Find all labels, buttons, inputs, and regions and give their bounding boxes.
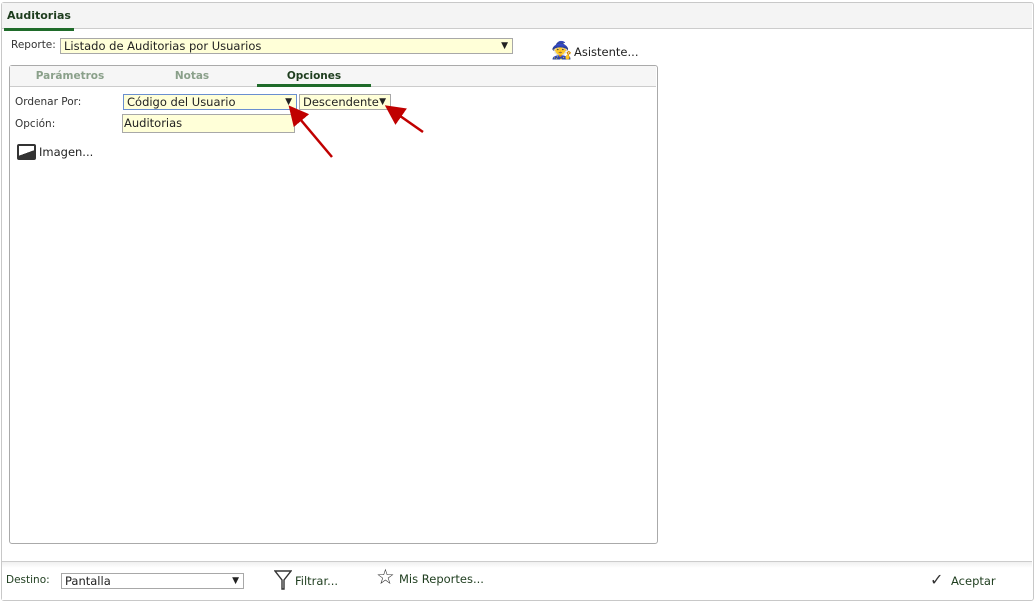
- my-reports-label: Mis Reportes...: [399, 572, 484, 586]
- order-by-select[interactable]: Código del Usuario ▼: [123, 94, 297, 110]
- report-value: Listado de Auditorias por Usuarios: [64, 39, 262, 53]
- option-label: Opción:: [15, 118, 56, 130]
- tab-notas[interactable]: Notas: [142, 70, 242, 82]
- star-icon: ☆: [376, 565, 395, 589]
- arrow-direction: [384, 105, 424, 134]
- destination-select[interactable]: Pantalla ▼: [61, 573, 244, 589]
- arrow-order: [288, 105, 333, 158]
- filter-label: Filtrar...: [295, 574, 339, 588]
- tab-bar: [2, 3, 1032, 29]
- chevron-down-icon: ▼: [501, 41, 508, 51]
- wizard-label: Asistente...: [574, 45, 639, 59]
- image-icon: [17, 144, 36, 160]
- report-label: Reporte:: [11, 39, 56, 51]
- tab-parametros[interactable]: Parámetros: [20, 70, 120, 82]
- destination-label: Destino:: [6, 574, 50, 586]
- wizard-icon: 🧙: [551, 41, 573, 61]
- filter-icon: [274, 570, 292, 590]
- tab-auditorias[interactable]: Auditorias: [4, 9, 74, 31]
- tab-opciones[interactable]: Opciones: [257, 70, 371, 87]
- option-input[interactable]: Auditorias: [122, 114, 295, 133]
- destination-value: Pantalla: [65, 574, 111, 588]
- image-label: Imagen...: [39, 145, 94, 159]
- report-select[interactable]: Listado de Auditorias por Usuarios ▼: [60, 38, 513, 54]
- order-value: Código del Usuario: [127, 95, 236, 109]
- check-icon: ✓: [930, 570, 944, 589]
- order-label: Ordenar Por:: [15, 96, 82, 108]
- chevron-down-icon: ▼: [232, 576, 239, 586]
- accept-label: Aceptar: [951, 574, 996, 588]
- annotation-arrows: [288, 105, 424, 158]
